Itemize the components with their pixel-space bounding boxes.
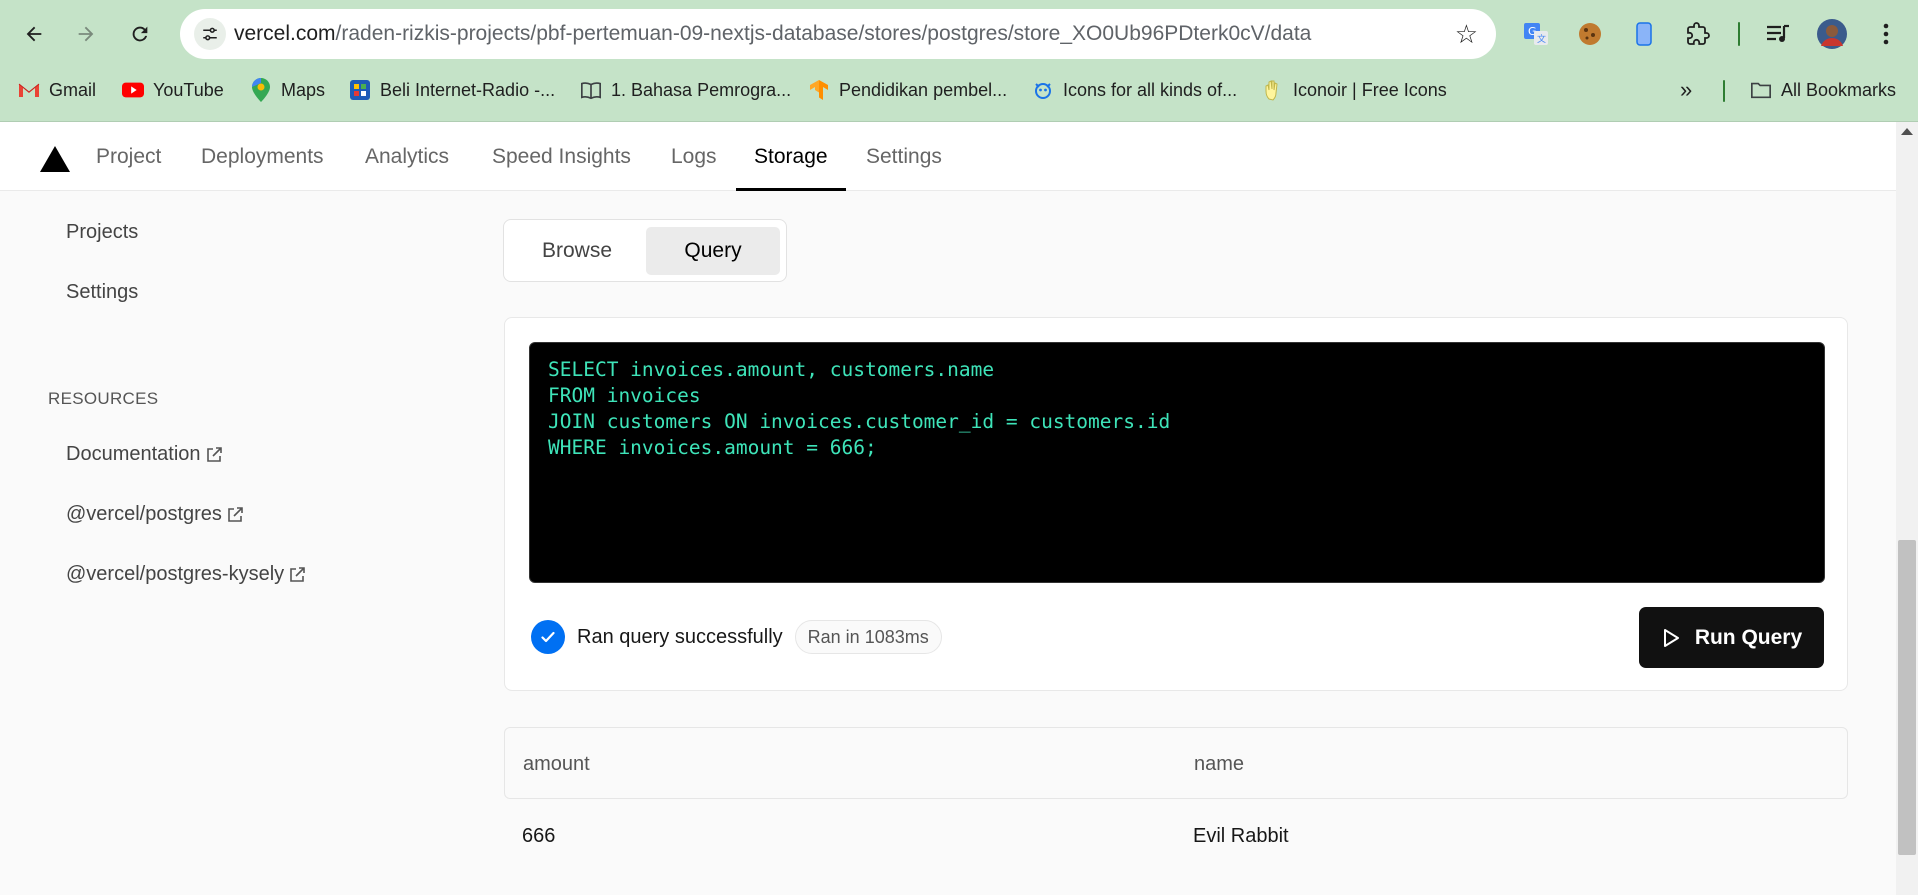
maps-icon <box>250 78 272 102</box>
forward-button[interactable] <box>66 14 106 54</box>
bookmark-label: Icons for all kinds of... <box>1063 79 1238 100</box>
reload-icon <box>132 26 148 42</box>
run-query-button[interactable]: Run Query <box>1639 607 1824 668</box>
query-status: Ran query successfully Ran in 1083ms <box>531 620 942 654</box>
scrollbar-thumb[interactable] <box>1898 540 1916 855</box>
arrow-left-icon <box>26 26 42 42</box>
table-cell-amount: 666 <box>522 825 556 847</box>
url-host: vercel.com <box>234 22 336 45</box>
all-bookmarks-button[interactable]: All Bookmarks <box>1750 72 1896 108</box>
external-link-icon <box>290 566 305 582</box>
sidebar-link-label: Documentation <box>66 443 201 465</box>
bookmark-pendidikan[interactable]: Pendidikan pembel... <box>808 72 1007 108</box>
bookmark-radio[interactable]: Beli Internet-Radio -... <box>349 72 555 108</box>
translate-extension-icon[interactable]: G文 <box>1516 14 1556 54</box>
duration-badge: Ran in 1083ms <box>794 620 942 654</box>
sidebar-link-label: @vercel/postgres <box>66 503 222 525</box>
view-toggle: Browse Query <box>503 219 787 282</box>
url-text: vercel.com/raden-rizkis-projects/pbf-per… <box>234 9 1311 59</box>
profile-avatar[interactable] <box>1812 14 1852 54</box>
youtube-icon <box>122 79 144 101</box>
book-icon <box>580 79 602 101</box>
bookmark-label: Gmail <box>49 79 97 100</box>
query-panel: SELECT invoices.amount, customers.name F… <box>504 317 1848 691</box>
sidebar-link-vercel-postgres[interactable]: @vercel/postgres <box>66 503 244 526</box>
tab-storage[interactable]: Storage <box>736 122 846 191</box>
query-tab[interactable]: Query <box>646 227 780 275</box>
bookmark-label: 1. Bahasa Pemrogra... <box>611 79 792 100</box>
play-icon <box>1663 628 1679 647</box>
browse-tab[interactable]: Browse <box>512 227 642 275</box>
tensorflow-icon <box>808 79 830 101</box>
external-link-icon <box>206 446 222 462</box>
bookmark-youtube[interactable]: YouTube <box>122 72 224 108</box>
icons-icon <box>1032 79 1054 101</box>
browser-menu-icon[interactable] <box>1866 14 1906 54</box>
all-bookmarks-label: All Bookmarks <box>1781 79 1897 100</box>
tab-deployments[interactable]: Deployments <box>183 122 342 191</box>
bookmark-label: YouTube <box>153 79 224 100</box>
bookmark-label: Pendidikan pembel... <box>839 79 1008 100</box>
bookmark-gmail[interactable]: Gmail <box>18 72 96 108</box>
vercel-logo-icon[interactable] <box>40 146 70 172</box>
bookmark-iconoir[interactable]: Iconoir | Free Icons <box>1262 72 1447 108</box>
bookmark-icons[interactable]: Icons for all kinds of... <box>1032 72 1237 108</box>
column-header-amount[interactable]: amount <box>523 728 590 800</box>
tab-logs[interactable]: Logs <box>653 122 735 191</box>
back-button[interactable] <box>14 14 54 54</box>
sidebar-item-settings[interactable]: Settings <box>66 281 138 304</box>
bookmark-star-icon[interactable]: ☆ <box>1455 19 1478 49</box>
bookmark-label: Beli Internet-Radio -... <box>380 79 556 100</box>
column-header-name[interactable]: name <box>1194 728 1244 800</box>
address-bar[interactable]: vercel.com/raden-rizkis-projects/pbf-per… <box>180 9 1496 59</box>
bookmark-label: Maps <box>281 79 326 100</box>
svg-text:文: 文 <box>1537 33 1546 45</box>
check-circle-icon <box>531 620 565 654</box>
bookmarks-bar: Gmail YouTube Maps Beli Internet-Radio -… <box>0 72 1918 108</box>
sql-code[interactable]: SELECT invoices.amount, customers.name F… <box>548 357 1806 461</box>
extensions-puzzle-icon[interactable] <box>1678 14 1718 54</box>
sidebar-item-projects[interactable]: Projects <box>66 221 138 244</box>
sidebar-link-label: @vercel/postgres-kysely <box>66 563 285 585</box>
bookmarks-divider <box>1723 80 1725 102</box>
folder-icon <box>1750 79 1772 101</box>
table-cell-name: Evil Rabbit <box>1193 825 1289 847</box>
url-path: /raden-rizkis-projects/pbf-pertemuan-09-… <box>335 22 1312 45</box>
run-query-label: Run Query <box>1694 625 1803 649</box>
scroll-up-arrow-icon[interactable] <box>1901 128 1913 135</box>
tab-settings[interactable]: Settings <box>848 122 960 191</box>
tab-speed-insights[interactable]: Speed Insights <box>474 122 649 191</box>
status-message: Ran query successfully <box>577 625 783 648</box>
reload-button[interactable] <box>120 14 160 54</box>
gmail-icon <box>18 79 40 101</box>
resources-heading: RESOURCES <box>48 389 159 408</box>
browser-toolbar: vercel.com/raden-rizkis-projects/pbf-per… <box>0 0 1918 122</box>
tab-analytics[interactable]: Analytics <box>347 122 467 191</box>
more-bookmarks-chevron-icon[interactable]: » <box>1680 72 1692 108</box>
bookmark-bahasa[interactable]: 1. Bahasa Pemrogra... <box>580 72 791 108</box>
tab-project[interactable]: Project <box>78 122 179 191</box>
bookmark-label: Iconoir | Free Icons <box>1293 79 1447 100</box>
sql-editor[interactable]: SELECT invoices.amount, customers.name F… <box>529 342 1825 583</box>
bookmark-maps[interactable]: Maps <box>250 72 325 108</box>
results-table-header: amount name <box>504 727 1848 799</box>
phone-extension-icon[interactable] <box>1624 14 1664 54</box>
project-nav: Project Deployments Analytics Speed Insi… <box>0 122 1896 191</box>
external-link-icon <box>228 506 243 522</box>
media-queue-icon[interactable] <box>1758 14 1798 54</box>
site-info-icon[interactable] <box>194 18 226 50</box>
arrow-right-icon <box>78 26 94 42</box>
sidebar-link-vercel-postgres-kysely[interactable]: @vercel/postgres-kysely <box>66 563 306 586</box>
radio-icon <box>349 79 371 101</box>
toolbar-divider <box>1738 22 1740 46</box>
iconoir-icon <box>1262 79 1284 101</box>
sidebar-link-documentation[interactable]: Documentation <box>66 443 223 466</box>
cookie-extension-icon[interactable] <box>1570 14 1610 54</box>
